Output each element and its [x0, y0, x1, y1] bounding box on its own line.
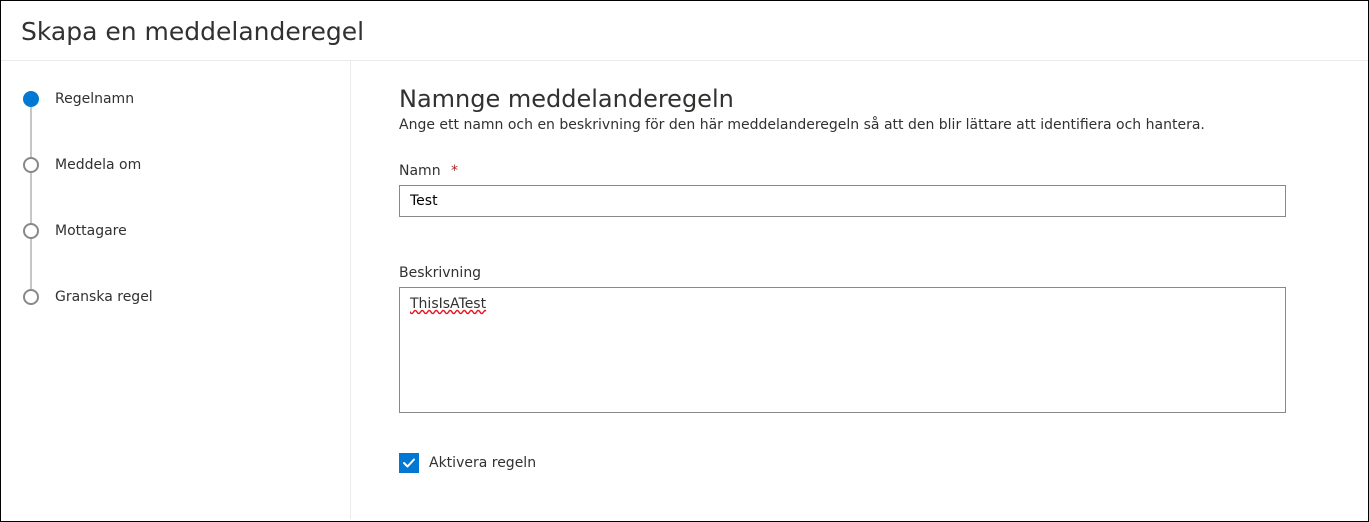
step-connector	[30, 239, 32, 289]
section-subtitle: Ange ett namn och en beskrivning för den…	[399, 117, 1286, 133]
step-label: Regelnamn	[55, 91, 134, 107]
description-label: Beskrivning	[399, 265, 1286, 281]
wizard-step-granska-regel[interactable]: Granska regel	[23, 289, 350, 305]
step-node-icon	[23, 91, 39, 107]
step-label: Granska regel	[55, 289, 153, 305]
step-node-icon	[23, 223, 39, 239]
main-panel: Namnge meddelanderegeln Ange ett namn oc…	[351, 61, 1368, 519]
field-description: Beskrivning ThisIsATest	[399, 265, 1286, 413]
step-node-icon	[23, 289, 39, 305]
name-label-text: Namn	[399, 163, 441, 179]
step-label: Mottagare	[55, 223, 127, 239]
dialog-frame: Skapa en meddelanderegel Regelnamn Medde…	[0, 0, 1369, 522]
wizard-steps-sidebar: Regelnamn Meddela om Mottagare Granska r…	[1, 61, 351, 519]
checkmark-icon	[402, 456, 416, 470]
step-label: Meddela om	[55, 157, 141, 173]
wizard-step-regelnamn[interactable]: Regelnamn	[23, 91, 350, 157]
name-label: Namn *	[399, 163, 1286, 179]
step-connector	[30, 173, 32, 223]
wizard-step-mottagare[interactable]: Mottagare	[23, 223, 350, 289]
required-asterisk-icon: *	[451, 163, 458, 179]
step-connector	[30, 107, 32, 157]
section-title: Namnge meddelanderegeln	[399, 85, 1286, 113]
description-value: ThisIsATest	[410, 296, 486, 312]
name-input[interactable]	[399, 185, 1286, 217]
field-name: Namn *	[399, 163, 1286, 217]
description-textarea[interactable]: ThisIsATest	[399, 287, 1286, 413]
wizard-steps-list: Regelnamn Meddela om Mottagare Granska r…	[23, 91, 350, 305]
page-title: Skapa en meddelanderegel	[1, 1, 1368, 61]
dialog-body: Regelnamn Meddela om Mottagare Granska r…	[1, 61, 1368, 519]
activate-rule-label: Aktivera regeln	[429, 455, 536, 471]
activate-rule-row: Aktivera regeln	[399, 453, 1286, 473]
activate-rule-checkbox[interactable]	[399, 453, 419, 473]
wizard-step-meddela-om[interactable]: Meddela om	[23, 157, 350, 223]
step-node-icon	[23, 157, 39, 173]
